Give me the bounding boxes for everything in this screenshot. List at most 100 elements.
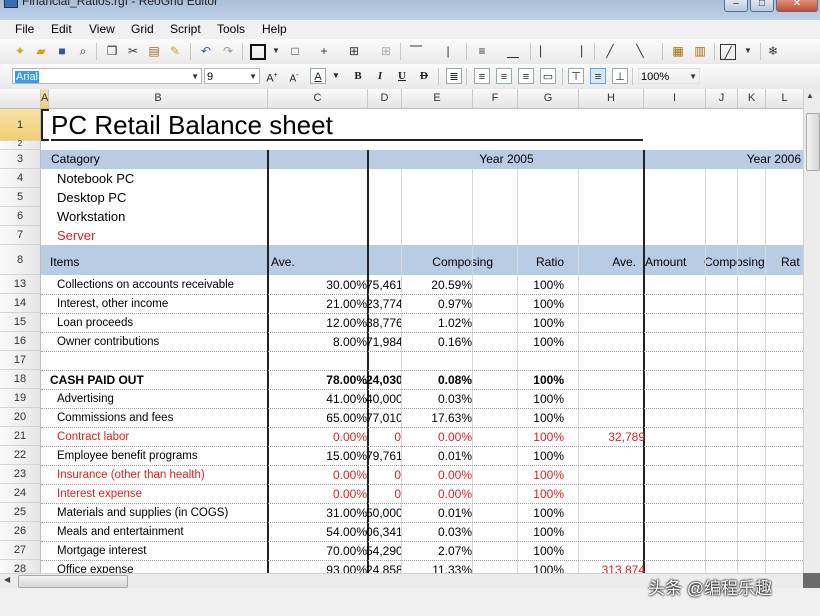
ave-percent-cell[interactable]: 41.00% <box>270 389 367 408</box>
item-label[interactable] <box>57 351 267 370</box>
composing-cell[interactable]: 20.59% <box>402 275 472 294</box>
maximize-button[interactable]: □ <box>750 0 774 12</box>
ave-percent-cell[interactable] <box>270 351 367 370</box>
ratio-cell[interactable]: 100% <box>517 408 564 427</box>
row-header-7[interactable]: 7 <box>0 226 41 245</box>
amount-cell[interactable] <box>366 351 401 370</box>
category-notebook[interactable]: Notebook PC <box>57 169 257 188</box>
bold-button[interactable]: B <box>350 68 366 84</box>
column-header-c[interactable]: C <box>268 89 368 108</box>
menu-grid[interactable]: Grid <box>131 22 154 36</box>
row-header-18[interactable]: 18 <box>0 370 41 389</box>
ratio-2005-label[interactable]: Ratio <box>518 245 564 275</box>
slash-border-icon[interactable]: ╱ <box>602 43 618 59</box>
underline-button[interactable]: U <box>394 68 410 84</box>
composing-cell[interactable]: 0.97% <box>402 294 472 313</box>
column-header-e[interactable]: E <box>402 89 473 108</box>
horizontal-scroll-thumb[interactable] <box>18 575 128 588</box>
spreadsheet-grid[interactable]: A B C D E F G H I J K L 1 2 PC Retail Ba… <box>0 89 803 573</box>
grid-borders-disabled-icon[interactable]: ⊞ <box>378 43 394 59</box>
items-label[interactable]: Items <box>50 245 268 275</box>
ratio-cell[interactable]: 100% <box>517 294 564 313</box>
composing-2006-label[interactable]: Composing <box>704 245 766 275</box>
horizontal-border-icon[interactable]: ≡ <box>474 43 490 59</box>
valign-middle-icon[interactable]: ≡ <box>590 68 606 84</box>
valign-top-icon[interactable]: ⊤ <box>568 68 584 84</box>
composing-cell[interactable]: 0.03% <box>402 522 472 541</box>
redo-icon[interactable]: ↷ <box>220 43 236 59</box>
row-header-21[interactable]: 21 <box>0 427 41 446</box>
item-label[interactable]: CASH PAID OUT <box>50 370 260 389</box>
composing-2005-label[interactable]: Composing <box>403 245 493 275</box>
ave-value-cell[interactable] <box>579 446 645 465</box>
ratio-cell[interactable] <box>517 351 564 370</box>
ave-percent-cell[interactable]: 30.00% <box>270 275 367 294</box>
row-header-26[interactable]: 26 <box>0 522 41 541</box>
paste-icon[interactable]: ▤ <box>146 43 162 59</box>
menu-help[interactable]: Help <box>262 22 287 36</box>
clear-border-icon[interactable]: ╱ <box>720 44 736 60</box>
ratio-cell[interactable]: 100% <box>517 541 564 560</box>
ave-percent-cell[interactable]: 12.00% <box>270 313 367 332</box>
copy-icon[interactable]: ❐ <box>104 43 120 59</box>
open-folder-icon[interactable]: ▰ <box>33 43 49 59</box>
row-header-20[interactable]: 20 <box>0 408 41 427</box>
ave-percent-cell[interactable]: 78.00% <box>270 370 367 389</box>
column-header-a[interactable]: A <box>41 89 49 108</box>
print-preview-icon[interactable]: ⌕ <box>75 43 91 59</box>
minimize-button[interactable]: – <box>724 0 748 12</box>
composing-cell[interactable]: 1.02% <box>402 313 472 332</box>
ratio-cell[interactable]: 100% <box>517 503 564 522</box>
ave-percent-cell[interactable]: 0.00% <box>270 484 367 503</box>
menu-edit[interactable]: Edit <box>51 22 72 36</box>
composing-cell[interactable]: 11.33% <box>402 560 472 573</box>
ave-percent-cell[interactable]: 8.00% <box>270 332 367 351</box>
ratio-cell[interactable]: 100% <box>517 332 564 351</box>
ave-value-cell[interactable]: 32,789 <box>579 427 645 446</box>
row-header-28[interactable]: 28 <box>0 560 41 573</box>
item-label[interactable]: Commissions and fees <box>57 408 267 427</box>
ave-percent-cell[interactable]: 0.00% <box>270 427 367 446</box>
composing-cell[interactable]: 0.00% <box>402 465 472 484</box>
menu-file[interactable]: File <box>15 22 34 36</box>
item-label[interactable]: Office expense <box>57 560 267 573</box>
row-header-25[interactable]: 25 <box>0 503 41 522</box>
menu-view[interactable]: View <box>89 22 115 36</box>
new-file-icon[interactable]: ✦ <box>12 43 28 59</box>
composing-cell[interactable]: 17.63% <box>402 408 472 427</box>
item-label[interactable]: Loan proceeds <box>57 313 267 332</box>
align-left-icon[interactable]: ≡ <box>474 68 490 84</box>
increase-font-icon[interactable]: A+ <box>264 68 280 85</box>
item-label[interactable]: Owner contributions <box>57 332 267 351</box>
composing-cell[interactable]: 0.00% <box>402 427 472 446</box>
grid-borders-icon[interactable]: ⊞ <box>346 43 362 59</box>
composing-cell[interactable]: 0.01% <box>402 446 472 465</box>
decrease-font-icon[interactable]: A- <box>286 68 302 84</box>
row-header-6[interactable]: 6 <box>0 207 41 226</box>
amount-cell[interactable]: 75,461 <box>366 275 401 294</box>
menu-script[interactable]: Script <box>170 22 201 36</box>
merge-cells-icon[interactable]: ▦ <box>670 43 686 59</box>
scroll-up-icon[interactable]: ▲ <box>806 91 814 100</box>
row-header-24[interactable]: 24 <box>0 484 41 503</box>
item-label[interactable]: Collections on accounts receivable <box>57 275 267 294</box>
vertical-scrollbar[interactable]: ▲ <box>803 89 820 573</box>
ave-value-cell[interactable] <box>579 294 645 313</box>
ave-value-cell[interactable] <box>579 522 645 541</box>
row-header-16[interactable]: 16 <box>0 332 41 351</box>
scroll-left-icon[interactable]: ◀ <box>4 575 10 584</box>
ave-value-cell[interactable] <box>579 465 645 484</box>
composing-cell[interactable]: 0.03% <box>402 389 472 408</box>
ave-value-cell[interactable] <box>579 541 645 560</box>
row-header-27[interactable]: 27 <box>0 541 41 560</box>
category-server[interactable]: Server <box>57 226 257 245</box>
bottom-border-icon[interactable]: ⎽ <box>505 43 521 59</box>
ratio-cell[interactable]: 100% <box>517 427 564 446</box>
ratio-2006-label[interactable]: Rat <box>781 245 803 275</box>
ave-percent-cell[interactable]: 0.00% <box>270 465 367 484</box>
row-header-14[interactable]: 14 <box>0 294 41 313</box>
clear-border-dropdown-icon[interactable]: ▼ <box>740 43 756 59</box>
column-header-b[interactable]: B <box>49 89 268 108</box>
border-dropdown-icon[interactable]: ▼ <box>268 43 284 59</box>
ave-value-cell[interactable] <box>579 332 645 351</box>
